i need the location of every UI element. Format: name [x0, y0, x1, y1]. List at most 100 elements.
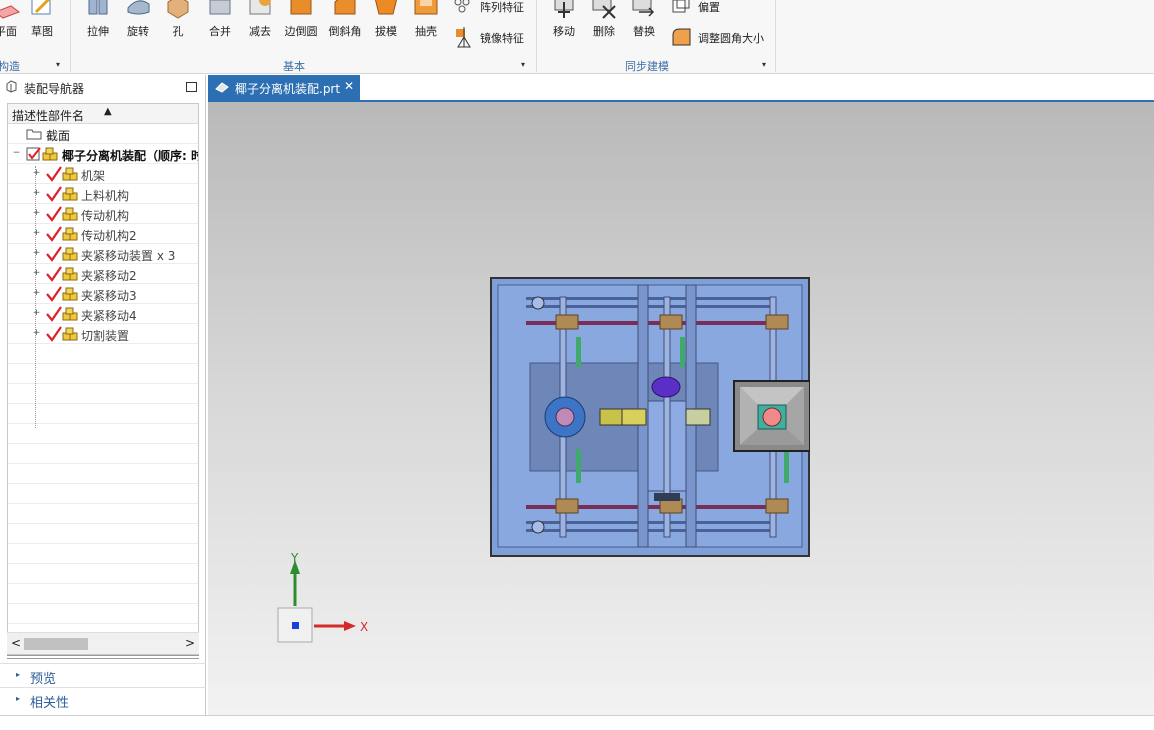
- tree-row-label: 椰子分离机装配（顺序: 时: [62, 149, 199, 163]
- component-cube-icon: [62, 307, 78, 321]
- checkbox-checked-icon[interactable]: [26, 146, 42, 162]
- tree-row-empty: [8, 524, 198, 544]
- component-cube-icon: [62, 227, 78, 241]
- revolve-button[interactable]: 旋转: [118, 0, 158, 44]
- expand-toggle[interactable]: +: [32, 189, 41, 198]
- y-axis-label: Y: [290, 551, 299, 565]
- visibility-check-icon[interactable]: [46, 306, 62, 322]
- collapse-toggle[interactable]: −: [12, 149, 21, 158]
- group-separator: [775, 0, 776, 72]
- tree-row-component[interactable]: + 夹紧移动3: [8, 284, 198, 304]
- replace-face-icon: [632, 0, 655, 17]
- expand-toggle[interactable]: +: [32, 229, 41, 238]
- visibility-check-icon[interactable]: [46, 186, 62, 202]
- tree-row-component[interactable]: + 切割装置: [8, 324, 198, 344]
- tree-row-empty: [8, 584, 198, 604]
- draft-icon: [374, 0, 398, 15]
- subtract-button[interactable]: 减去: [240, 0, 280, 44]
- tree-row-component[interactable]: + 夹紧移动装置 x 3: [8, 244, 198, 264]
- expand-toggle[interactable]: +: [32, 289, 41, 298]
- column-header[interactable]: 描述性部件名 ▲: [8, 104, 198, 124]
- replace-face-button[interactable]: 替换: [624, 0, 664, 44]
- assembly-navigator: 装配导航器 描述性部件名 ▲ 截面 − 椰子分离机装配（顺序: 时 + 机架 + 上料…: [0, 75, 206, 715]
- preview-label: 预览: [30, 672, 57, 687]
- tree-row-section[interactable]: 截面: [8, 124, 198, 144]
- tree-row-label: 夹紧移动3: [81, 289, 137, 303]
- tree-row-empty: [8, 564, 198, 584]
- graphics-viewport[interactable]: Y X: [208, 102, 1154, 715]
- tree-row-empty: [8, 464, 198, 484]
- scroll-right-icon[interactable]: >: [185, 636, 195, 650]
- status-bar: [0, 715, 1154, 730]
- visibility-check-icon[interactable]: [46, 286, 62, 302]
- dependencies-panel-toggle[interactable]: ▸ 相关性: [0, 687, 206, 711]
- expand-toggle[interactable]: +: [32, 329, 41, 338]
- horizontal-scrollbar[interactable]: < >: [7, 632, 199, 654]
- column-header-label: 描述性部件名: [12, 109, 85, 123]
- expand-arrow-icon: ▸: [16, 694, 21, 703]
- tree-row-label: 夹紧移动4: [81, 309, 137, 323]
- shell-button[interactable]: 抽壳: [406, 0, 446, 44]
- mirror-feature-icon: [456, 27, 471, 48]
- basic-group-dropdown[interactable]: ▾: [521, 60, 525, 69]
- expand-toggle[interactable]: +: [32, 209, 41, 218]
- tree-row-empty: [8, 484, 198, 504]
- tree-row-component[interactable]: + 夹紧移动2: [8, 264, 198, 284]
- expand-arrow-icon: ▸: [16, 670, 21, 679]
- sort-ascending-icon[interactable]: ▲: [104, 106, 112, 117]
- tree-row-root-assembly[interactable]: − 椰子分离机装配（顺序: 时: [8, 144, 198, 164]
- document-tab[interactable]: 椰子分离机装配.prt ✕: [208, 75, 360, 100]
- tree-row-component[interactable]: + 上料机构: [8, 184, 198, 204]
- visibility-check-icon[interactable]: [46, 166, 62, 182]
- document-tab-bar: 椰子分离机装配.prt ✕: [208, 75, 1154, 102]
- document-tab-label: 椰子分离机装配.prt: [235, 82, 341, 96]
- expand-toggle[interactable]: +: [32, 169, 41, 178]
- assembly-model-top-view[interactable]: [490, 277, 810, 557]
- group-separator: [70, 0, 71, 72]
- tree-row-component[interactable]: + 夹紧移动4: [8, 304, 198, 324]
- construct-group-dropdown[interactable]: ▾: [56, 60, 60, 69]
- expand-toggle[interactable]: +: [32, 269, 41, 278]
- edge-blend-button[interactable]: 边倒圆: [281, 0, 321, 44]
- tree-row-empty: [8, 384, 198, 404]
- draft-button[interactable]: 拔模: [366, 0, 406, 44]
- visibility-check-icon[interactable]: [46, 206, 62, 222]
- visibility-check-icon[interactable]: [46, 266, 62, 282]
- x-axis-label: X: [360, 620, 368, 634]
- expand-toggle[interactable]: +: [32, 249, 41, 258]
- panel-splitter[interactable]: [7, 655, 199, 659]
- sketch-button[interactable]: 草图: [22, 0, 62, 44]
- tree-row-label: 传动机构2: [81, 229, 137, 243]
- expand-toggle[interactable]: +: [32, 309, 41, 318]
- edge-blend-icon: [290, 0, 312, 15]
- chamfer-button[interactable]: 倒斜角: [325, 0, 365, 44]
- scroll-thumb[interactable]: [24, 638, 88, 650]
- tree-row-component[interactable]: + 传动机构2: [8, 224, 198, 244]
- maximize-icon[interactable]: [186, 82, 197, 92]
- move-face-button[interactable]: 移动: [544, 0, 584, 44]
- extrude-button[interactable]: 拉伸: [78, 0, 118, 44]
- sync-group-label: 同步建模: [625, 60, 669, 73]
- tree-row-component[interactable]: + 机架: [8, 164, 198, 184]
- group-separator: [536, 0, 537, 72]
- component-cube-icon: [62, 267, 78, 281]
- preview-panel-toggle[interactable]: ▸ 预览: [0, 663, 206, 687]
- pattern-feature-icon: [454, 0, 470, 13]
- close-tab-icon[interactable]: ✕: [344, 79, 354, 93]
- visibility-check-icon[interactable]: [46, 246, 62, 262]
- tree-row-empty: [8, 344, 198, 364]
- unite-button[interactable]: 合并: [200, 0, 240, 44]
- shell-icon: [414, 0, 438, 15]
- tree-row-empty: [8, 604, 198, 624]
- tree-row-label: 上料机构: [81, 189, 130, 203]
- tree-row-component[interactable]: + 传动机构: [8, 204, 198, 224]
- tree-children: + 机架 + 上料机构 + 传动机构 + 传动机构2 + 夹紧移动装置 x 3 + 夹紧移动2 + 夹紧移…: [8, 164, 198, 344]
- sync-group-dropdown[interactable]: ▾: [762, 60, 766, 69]
- delete-face-button[interactable]: 删除: [584, 0, 624, 44]
- assembly-navigator-icon: [6, 80, 17, 93]
- visibility-check-icon[interactable]: [46, 226, 62, 242]
- tree-row-label: 传动机构: [81, 209, 130, 223]
- scroll-left-icon[interactable]: <: [11, 636, 21, 650]
- visibility-check-icon[interactable]: [46, 326, 62, 342]
- hole-button[interactable]: 孔: [158, 0, 198, 44]
